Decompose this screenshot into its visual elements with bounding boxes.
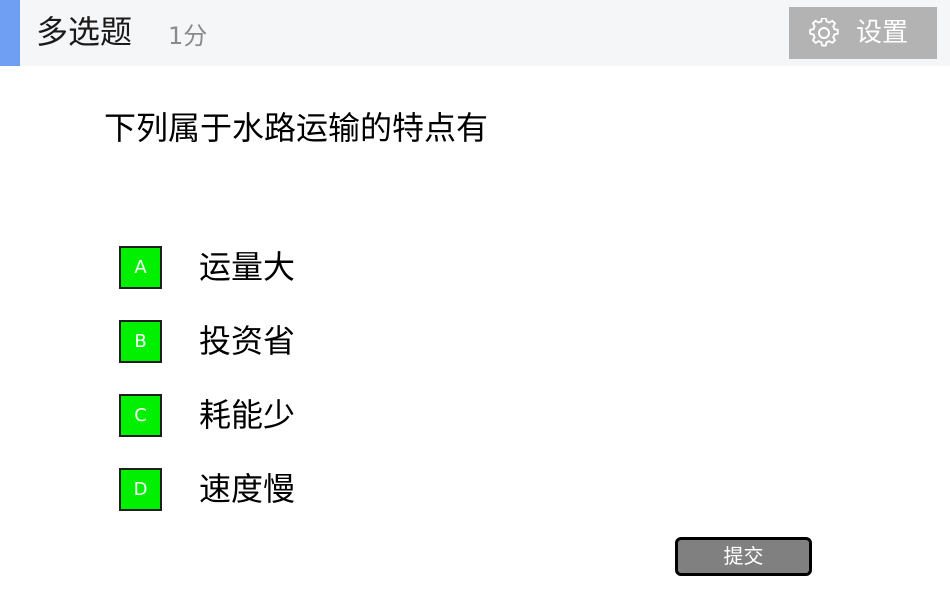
accent-bar <box>0 0 20 66</box>
submit-button[interactable]: 提交 <box>675 537 812 576</box>
question-type: 多选题 <box>36 13 133 51</box>
option-d[interactable]: D 速度慢 <box>119 468 379 516</box>
option-b-label: 投资省 <box>199 322 296 360</box>
quiz-page: 多选题 1分 设置 下列属于水路运输的特点有 A 运量大 B 投资省 C 耗能少… <box>0 0 950 594</box>
question-text: 下列属于水路运输的特点有 <box>104 109 489 147</box>
option-c-checkbox[interactable]: C <box>119 394 162 437</box>
option-a[interactable]: A 运量大 <box>119 246 379 294</box>
settings-label: 设置 <box>856 18 909 48</box>
option-a-checkbox[interactable]: A <box>119 246 162 289</box>
gear-icon <box>809 17 839 48</box>
option-d-checkbox[interactable]: D <box>119 468 162 511</box>
option-c[interactable]: C 耗能少 <box>119 394 379 442</box>
option-b-checkbox[interactable]: B <box>119 320 162 363</box>
option-b[interactable]: B 投资省 <box>119 320 379 368</box>
question-score: 1分 <box>168 22 208 50</box>
settings-button[interactable]: 设置 <box>789 7 937 59</box>
option-a-label: 运量大 <box>199 248 296 286</box>
option-d-label: 速度慢 <box>199 470 296 508</box>
option-c-label: 耗能少 <box>199 396 296 434</box>
question-header: 多选题 1分 设置 <box>0 0 950 66</box>
